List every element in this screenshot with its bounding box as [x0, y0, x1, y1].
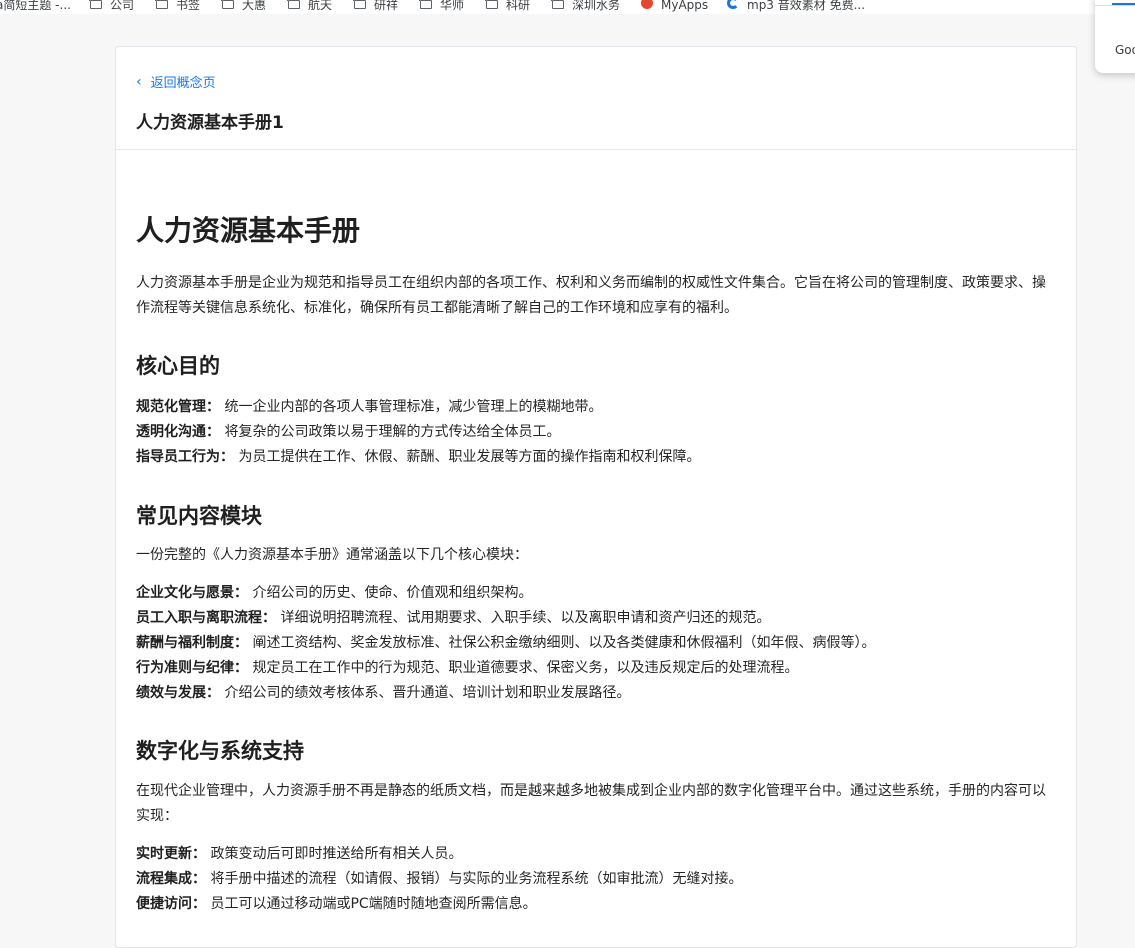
list-item: 流程集成： 将手册中描述的流程（如请假、报销）与实际的业务流程系统（如审批流）无…	[136, 867, 742, 891]
list-item: 员工入职与离职流程： 详细说明招聘流程、试用期要求、入职手续、以及离职申请和资产…	[136, 606, 770, 630]
item-desc: 政策变动后可即时推送给所有相关人员。	[210, 846, 463, 862]
folder-icon	[551, 0, 564, 9]
chevron-left-icon: ‹	[136, 73, 142, 90]
section-intro: 一份完整的《人力资源基本手册》通常涵盖以下几个核心模块：	[136, 547, 528, 563]
list-item: 指导员工行为： 为员工提供在工作、休假、薪酬、职业发展等方面的操作指南和权利保障…	[136, 445, 700, 469]
item-term: 指导员工行为：	[136, 449, 234, 465]
item-term: 绩效与发展：	[136, 685, 220, 701]
list-item: 薪酬与福利制度： 阐述工资结构、奖金发放标准、社保公积金缴纳细则、以及各类健康和…	[136, 631, 875, 655]
list-item: 透明化沟通： 将复杂的公司政策以易于理解的方式传达给全体员工。	[136, 420, 560, 444]
bookmark-myapps[interactable]: MyApps	[641, 0, 708, 11]
folder-icon	[155, 0, 168, 9]
bookmark-label: 公司	[110, 0, 135, 12]
folder-icon	[353, 0, 366, 9]
section-heading: 数字化与系统支持	[136, 739, 304, 763]
section-heading: 常见内容模块	[136, 504, 262, 528]
item-desc: 介绍公司的绩效考核体系、晋升通道、培训计划和职业发展路径。	[224, 685, 631, 701]
folder-icon	[221, 0, 234, 9]
item-term: 透明化沟通：	[136, 424, 220, 440]
bookmark-label: 华师	[440, 0, 465, 12]
mp3-site-icon	[727, 0, 739, 9]
item-desc: 规定员工在工作中的行为规范、职业道德要求、保密义务，以及违反规定后的处理流程。	[252, 660, 799, 676]
bookmark-folder-shenzhen-water[interactable]: 深圳水务	[551, 0, 621, 12]
bookmark-label: 书签	[176, 0, 201, 12]
list-item: 规范化管理： 统一企业内部的各项人事管理标准，减少管理上的模糊地带。	[136, 395, 602, 419]
bookmark-label: MyApps	[661, 0, 709, 12]
list-item: 实时更新： 政策变动后可即时推送给所有相关人员。	[136, 842, 462, 866]
item-term: 便捷访问：	[136, 896, 206, 912]
bookmark-folder-company[interactable]: 公司	[89, 0, 135, 12]
bookmark-folder-bookmarks[interactable]: 书签	[155, 0, 201, 12]
item-term: 流程集成：	[136, 871, 206, 887]
folder-icon	[287, 0, 300, 9]
myapps-icon	[641, 0, 653, 9]
item-term: 员工入职与离职流程：	[136, 610, 276, 626]
back-link-label: 返回概念页	[150, 76, 216, 91]
list-item: 绩效与发展： 介绍公司的绩效考核体系、晋升通道、培训计划和职业发展路径。	[136, 681, 630, 705]
bookmark-item[interactable]: a简短主题 -...	[0, 0, 71, 11]
bookmark-mp3-site[interactable]: mp3 音效素材 免费...	[727, 0, 865, 11]
item-term: 实时更新：	[136, 846, 206, 862]
article-title: 人力资源基本手册	[136, 214, 361, 247]
folder-icon	[89, 0, 102, 9]
popup-label: Goo	[1115, 43, 1135, 57]
item-term: 薪酬与福利制度：	[136, 635, 248, 651]
bookmark-label: 深圳水务	[572, 0, 621, 12]
popup-divider	[1095, 5, 1135, 6]
side-popup-panel[interactable]: Goo	[1095, 0, 1135, 73]
item-term: 企业文化与愿景：	[136, 585, 248, 601]
bookmark-folder-dahui[interactable]: 大惠	[221, 0, 267, 12]
back-to-concept-link[interactable]: ‹ 返回概念页	[136, 72, 216, 92]
article-intro: 人力资源基本手册是企业为规范和指导员工在组织内部的各项工作、权利和义务而编制的权…	[136, 275, 1046, 316]
document-title: 人力资源基本手册1	[136, 113, 284, 133]
section-intro: 在现代企业管理中，人力资源手册不再是静态的纸质文档，而是越来越多地被集成到企业内…	[136, 783, 1046, 824]
item-desc: 阐述工资结构、奖金发放标准、社保公积金缴纳细则、以及各类健康和休假福利（如年假、…	[252, 635, 876, 651]
bookmark-label: a简短主题 -...	[0, 0, 71, 12]
bookmark-label: 科研	[506, 0, 531, 12]
folder-icon	[485, 0, 498, 9]
item-desc: 为员工提供在工作、休假、薪酬、职业发展等方面的操作指南和权利保障。	[238, 449, 701, 465]
item-desc: 统一企业内部的各项人事管理标准，减少管理上的模糊地带。	[224, 399, 603, 415]
item-term: 规范化管理：	[136, 399, 220, 415]
item-term: 行为准则与纪律：	[136, 660, 248, 676]
list-item: 企业文化与愿景： 介绍公司的历史、使命、价值观和组织架构。	[136, 581, 532, 605]
bookmark-folder-research[interactable]: 科研	[485, 0, 531, 12]
folder-icon	[419, 0, 432, 9]
bookmarks-bar: a简短主题 -... 公司 书签 大惠 航天 研祥 华师 科研 深圳水务 MyA…	[0, 0, 1135, 14]
section-heading: 核心目的	[136, 354, 220, 378]
card-header: ‹ 返回概念页 人力资源基本手册1	[116, 47, 1076, 150]
document-card: ‹ 返回概念页 人力资源基本手册1 人力资源基本手册 人力资源基本手册是企业为规…	[115, 46, 1077, 948]
item-desc: 将手册中描述的流程（如请假、报销）与实际的业务流程系统（如审批流）无缝对接。	[210, 871, 743, 887]
bookmark-label: mp3 音效素材 免费...	[747, 0, 866, 12]
bookmark-folder-yanxiang[interactable]: 研祥	[353, 0, 399, 12]
item-desc: 员工可以通过移动端或PC端随时随地查阅所需信息。	[210, 896, 537, 912]
bookmark-label: 大惠	[242, 0, 267, 12]
bookmark-folder-huashi[interactable]: 华师	[419, 0, 465, 12]
list-item: 行为准则与纪律： 规定员工在工作中的行为规范、职业道德要求、保密义务，以及违反规…	[136, 656, 798, 680]
list-item: 便捷访问： 员工可以通过移动端或PC端随时随地查阅所需信息。	[136, 892, 537, 916]
bookmark-label: 研祥	[374, 0, 399, 12]
item-desc: 详细说明招聘流程、试用期要求、入职手续、以及离职申请和资产归还的规范。	[280, 610, 771, 626]
item-desc: 将复杂的公司政策以易于理解的方式传达给全体员工。	[224, 424, 561, 440]
bookmark-folder-aerospace[interactable]: 航天	[287, 0, 333, 12]
item-desc: 介绍公司的历史、使命、价值观和组织架构。	[252, 585, 533, 601]
bookmark-label: 航天	[308, 0, 333, 12]
